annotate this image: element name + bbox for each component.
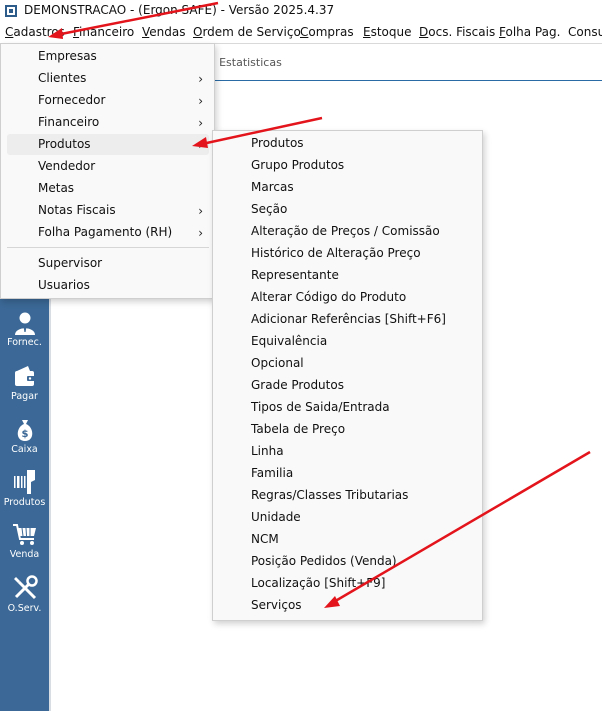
menu-consulta[interactable]: Consu: [568, 25, 602, 39]
submenu-item-grade-produtos[interactable]: Grade Produtos: [217, 375, 477, 396]
submenu-item-posicao-pedidos[interactable]: Posição Pedidos (Venda): [217, 551, 477, 572]
menu-item-notas-fiscais[interactable]: Notas Fiscais ›: [7, 200, 209, 221]
submenu-item-secao[interactable]: Seção: [217, 199, 477, 220]
tools-icon: [13, 575, 38, 600]
menu-item-produtos[interactable]: Produtos ›: [7, 134, 209, 155]
menu-estoque[interactable]: Estoque: [363, 25, 412, 39]
menu-vendas[interactable]: Vendas: [142, 25, 186, 39]
menu-financeiro[interactable]: Financeiro: [73, 25, 134, 39]
toolbar-venda[interactable]: Venda: [0, 522, 49, 574]
submenu-item-unidade[interactable]: Unidade: [217, 507, 477, 528]
menu-item-metas[interactable]: Metas: [7, 178, 209, 199]
submenu-item-familia[interactable]: Familia: [217, 463, 477, 484]
menu-item-vendedor[interactable]: Vendedor: [7, 156, 209, 177]
toolbar-ordem-servico[interactable]: O.Serv.: [0, 574, 49, 626]
submenu-item-historico-alteracao[interactable]: Histórico de Alteração Preço: [217, 243, 477, 264]
chevron-right-icon: ›: [198, 94, 203, 108]
menu-bar: Cadastros Financeiro Vendas Ordem de Ser…: [0, 22, 602, 44]
submenu-item-produtos[interactable]: Produtos: [217, 133, 477, 154]
menu-item-supervisor[interactable]: Supervisor: [7, 253, 209, 274]
menu-item-financeiro[interactable]: Financeiro ›: [7, 112, 209, 133]
menu-item-usuarios[interactable]: Usuarios: [7, 275, 209, 296]
chevron-right-icon: ›: [198, 138, 203, 152]
submenu-item-tabela-preco[interactable]: Tabela de Preço: [217, 419, 477, 440]
supplier-person-icon: [14, 312, 35, 335]
wallet-icon: [14, 366, 35, 386]
money-bag-icon: $: [17, 420, 32, 441]
menu-ordem-de-servico[interactable]: Ordem de Serviço: [193, 25, 301, 39]
menu-cadastros[interactable]: Cadastros: [5, 25, 65, 39]
svg-text:$: $: [21, 429, 28, 440]
menu-folha-pag[interactable]: Folha Pag.: [499, 25, 560, 39]
submenu-item-equivalencia[interactable]: Equivalência: [217, 331, 477, 352]
submenu-item-adicionar-referencias[interactable]: Adicionar Referências [Shift+F6]: [217, 309, 477, 330]
chevron-right-icon: ›: [198, 72, 203, 86]
submenu-item-linha[interactable]: Linha: [217, 441, 477, 462]
window-title: DEMONSTRACAO - (Ergon SAFE) - Versão 202…: [24, 3, 335, 17]
submenu-item-tipos-saida-entrada[interactable]: Tipos de Saida/Entrada: [217, 397, 477, 418]
submenu-item-marcas[interactable]: Marcas: [217, 177, 477, 198]
produtos-submenu: Produtos Grupo Produtos Marcas Seção Alt…: [212, 130, 483, 621]
menu-docs-fiscais[interactable]: Docs. Fiscais: [419, 25, 495, 39]
toolbar-caixa[interactable]: $ Caixa: [0, 417, 49, 469]
toolbar-fornecedor[interactable]: Fornec.: [0, 310, 49, 362]
submenu-item-regras-classes[interactable]: Regras/Classes Tributarias: [217, 485, 477, 506]
shopping-cart-icon: [12, 524, 36, 545]
menu-separator: [7, 247, 209, 248]
cadastros-menu: Empresas Clientes › Fornecedor › Financeir…: [0, 43, 215, 299]
menu-item-empresas[interactable]: Empresas: [7, 46, 209, 67]
barcode-scanner-icon: [13, 470, 35, 494]
menu-item-clientes[interactable]: Clientes ›: [7, 68, 209, 89]
toolbar-produtos[interactable]: Produtos: [0, 468, 49, 520]
submenu-item-alteracao-precos[interactable]: Alteração de Preços / Comissão: [217, 221, 477, 242]
submenu-item-grupo-produtos[interactable]: Grupo Produtos: [217, 155, 477, 176]
submenu-item-servicos[interactable]: Serviços: [217, 595, 477, 616]
submenu-item-representante[interactable]: Representante: [217, 265, 477, 286]
submenu-item-alterar-codigo[interactable]: Alterar Código do Produto: [217, 287, 477, 308]
submenu-item-opcional[interactable]: Opcional: [217, 353, 477, 374]
chevron-right-icon: ›: [198, 204, 203, 218]
menu-compras[interactable]: Compras: [300, 25, 354, 39]
menu-item-folha-pagamento[interactable]: Folha Pagamento (RH) ›: [7, 222, 209, 243]
chevron-right-icon: ›: [198, 226, 203, 240]
chevron-right-icon: ›: [198, 116, 203, 130]
submenu-item-localizacao[interactable]: Localização [Shift+F9]: [217, 573, 477, 594]
menu-item-fornecedor[interactable]: Fornecedor ›: [7, 90, 209, 111]
title-bar: DEMONSTRACAO - (Ergon SAFE) - Versão 202…: [0, 0, 602, 22]
submenu-item-ncm[interactable]: NCM: [217, 529, 477, 550]
toolbar-pagar[interactable]: Pagar: [0, 364, 49, 416]
app-icon: [5, 5, 17, 17]
